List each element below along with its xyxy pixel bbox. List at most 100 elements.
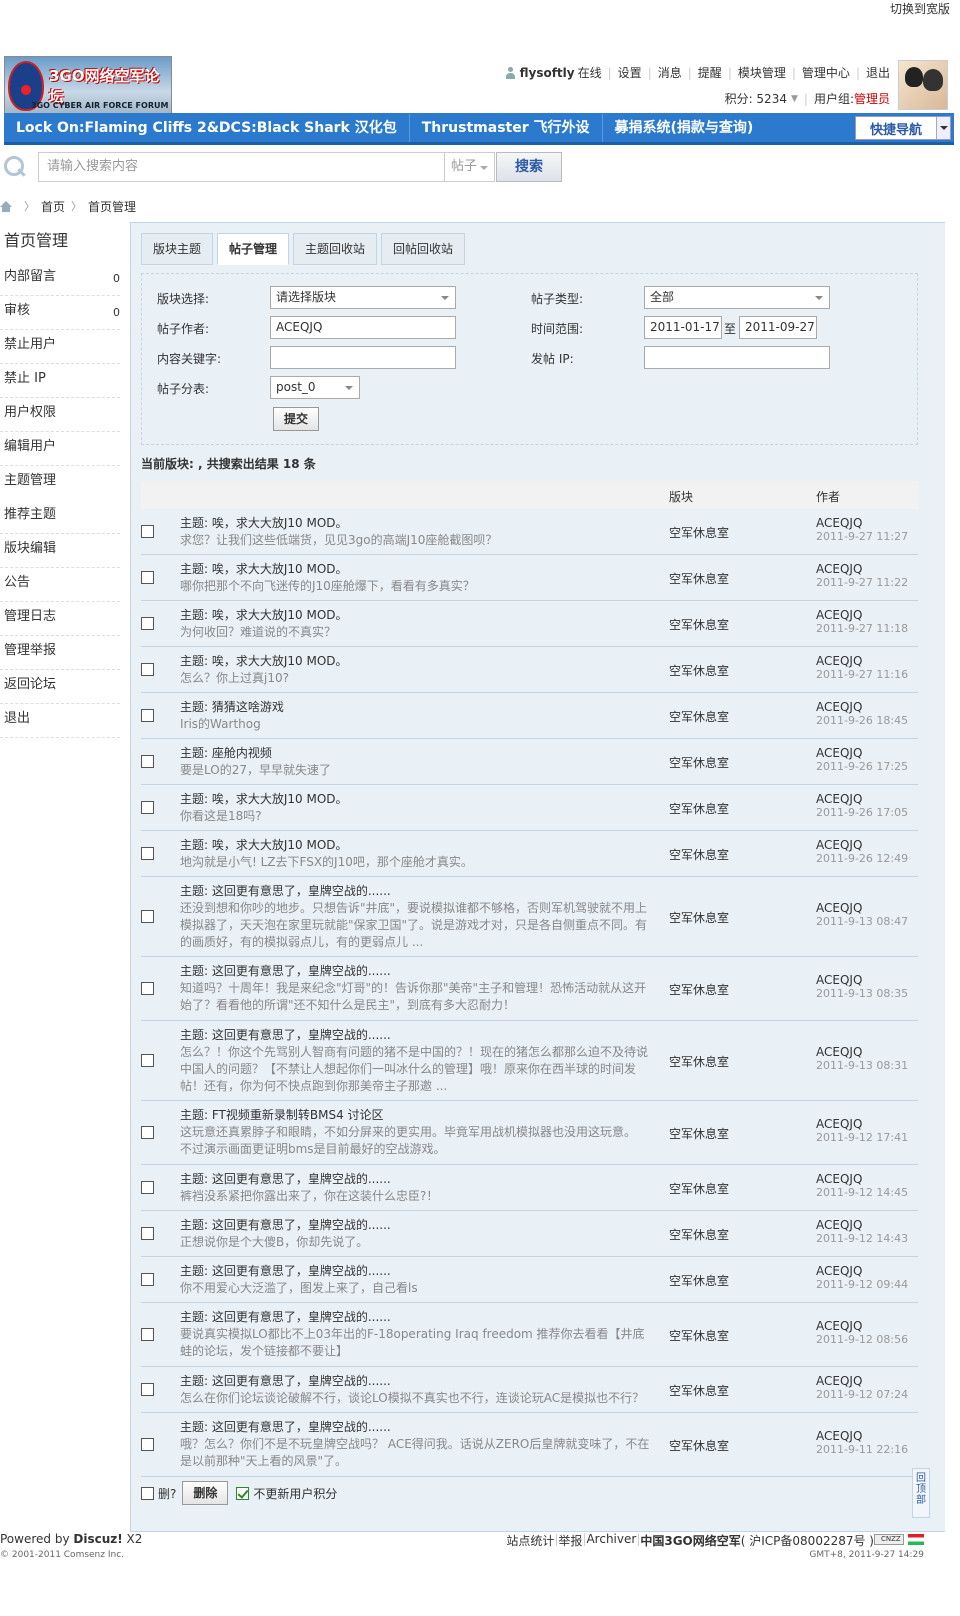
post-subject-link[interactable]: 主题: 这回更有意思了，皇牌空战的...... [180,1218,391,1232]
row-checkbox[interactable] [141,1438,154,1451]
row-checkbox[interactable] [141,801,154,814]
post-forum-link[interactable]: 空军休息室 [669,616,729,633]
quick-nav-button[interactable]: 快捷导航 [855,116,951,140]
post-forum-link[interactable]: 空军休息室 [669,846,729,863]
cnzz-badge[interactable]: CNZZ [874,1534,904,1545]
time-to-input[interactable]: 2011-09-27 [739,316,817,339]
post-author-link[interactable]: ACEQJQ [816,608,862,622]
post-subject-link[interactable]: 主题: 这回更有意思了，皇牌空战的...... [180,1172,391,1186]
post-subject-link[interactable]: 主题: 这回更有意思了，皇牌空战的...... [180,1310,391,1324]
username-link[interactable]: flysoftly [520,66,575,80]
post-subject-link[interactable]: 主题: 这回更有意思了，皇牌空战的...... [180,964,391,978]
post-author-link[interactable]: ACEQJQ [816,1045,862,1059]
row-checkbox[interactable] [141,1273,154,1286]
tab-reply-recycle[interactable]: 回帖回收站 [381,233,466,265]
footer-icp-link[interactable]: ( 沪ICP备08002287号 ) [741,1532,874,1549]
post-subject-link[interactable]: 主题: 这回更有意思了，皇牌空战的...... [180,884,391,898]
nav-item-donation[interactable]: 募捐系统(捐款与查询) [601,113,766,142]
post-forum-link[interactable]: 空军休息室 [669,909,729,926]
post-subject-link[interactable]: 主题: 唉，求大大放J10 MOD。 [180,608,348,622]
post-forum-link[interactable]: 空军休息室 [669,662,729,679]
post-type-select[interactable]: 全部 [644,286,830,309]
post-forum-link[interactable]: 空军休息室 [669,570,729,587]
row-checkbox[interactable] [141,525,154,538]
post-forum-link[interactable]: 空军休息室 [669,1437,729,1454]
post-forum-link[interactable]: 空军休息室 [669,1327,729,1344]
discuz-link[interactable]: Discuz! [73,1532,122,1546]
post-forum-link[interactable]: 空军休息室 [669,1180,729,1197]
sidebar-item[interactable]: 公告 [0,568,120,602]
post-subject-link[interactable]: 主题: 唉，求大大放J10 MOD。 [180,792,348,806]
search-button[interactable]: 搜索 [496,152,562,182]
sidebar-item[interactable]: 管理举报 [0,636,120,670]
post-subject-link[interactable]: 主题: 唉，求大大放J10 MOD。 [180,654,348,668]
author-input[interactable]: ACEQJQ [270,316,456,339]
post-forum-link[interactable]: 空军休息室 [669,1226,729,1243]
tab-forum-threads[interactable]: 版块主题 [141,233,214,265]
post-author-link[interactable]: ACEQJQ [816,1117,862,1131]
select-all-checkbox[interactable] [141,1486,154,1500]
sidebar-item[interactable]: 内部留言 0 [0,262,120,296]
nav-item-thrustmaster[interactable]: Thrustmaster 飞行外设 [408,113,602,142]
row-checkbox[interactable] [141,663,154,676]
sidebar-item[interactable]: 推荐主题 [0,500,120,534]
notices-link[interactable]: 提醒 [698,64,722,81]
post-forum-link[interactable]: 空军休息室 [669,981,729,998]
row-checkbox[interactable] [141,1227,154,1240]
row-checkbox[interactable] [141,1126,154,1139]
post-author-link[interactable]: ACEQJQ [816,562,862,576]
logout-link[interactable]: 退出 [866,64,890,81]
back-to-top-button[interactable]: 回顶部 [912,1468,930,1518]
home-icon[interactable] [0,200,12,212]
footer-report-link[interactable]: 举报 [558,1532,582,1549]
breadcrumb-home[interactable]: 首页 [41,198,65,215]
post-subject-link[interactable]: 主题: 唉，求大大放J10 MOD。 [180,838,348,852]
row-checkbox[interactable] [141,1181,154,1194]
row-checkbox[interactable] [141,571,154,584]
post-author-link[interactable]: ACEQJQ [816,792,862,806]
post-author-link[interactable]: ACEQJQ [816,654,862,668]
post-subject-link[interactable]: 主题: 这回更有意思了，皇牌空战的...... [180,1374,391,1388]
row-checkbox[interactable] [141,982,154,995]
module-manage-link[interactable]: 模块管理 [738,64,786,81]
post-subject-link[interactable]: 主题: 唉，求大大放J10 MOD。 [180,562,348,576]
sidebar-item[interactable]: 管理日志 [0,602,120,636]
messages-link[interactable]: 消息 [658,64,682,81]
time-from-input[interactable]: 2011-01-17 [644,316,722,339]
post-subject-link[interactable]: 主题: 唉，求大大放J10 MOD。 [180,516,348,530]
tab-post-manage[interactable]: 帖子管理 [217,233,290,265]
footer-stats-link[interactable]: 站点统计 [506,1532,554,1549]
post-author-link[interactable]: ACEQJQ [816,1172,862,1186]
credit-link[interactable]: 积分: 5234 [725,90,787,107]
tab-thread-recycle[interactable]: 主题回收站 [293,233,378,265]
post-author-link[interactable]: ACEQJQ [816,1218,862,1232]
settings-link[interactable]: 设置 [618,64,642,81]
post-author-link[interactable]: ACEQJQ [816,838,862,852]
post-author-link[interactable]: ACEQJQ [816,1374,862,1388]
sidebar-item[interactable]: 主题管理 [0,466,130,500]
sidebar-item[interactable]: 审核 0 [0,296,120,330]
post-author-link[interactable]: ACEQJQ [816,901,862,915]
footer-archiver-link[interactable]: Archiver [586,1532,636,1549]
row-checkbox[interactable] [141,755,154,768]
post-forum-link[interactable]: 空军休息室 [669,1053,729,1070]
post-subject-link[interactable]: 主题: 座舱内视频 [180,746,272,760]
sidebar-item[interactable]: 版块编辑 [0,534,120,568]
sidebar-item[interactable]: 返回论坛 [0,670,120,704]
search-input[interactable]: 请输入搜索内容 [38,152,445,182]
sidebar-item[interactable]: 退出 [0,704,120,738]
post-subject-link[interactable]: 主题: 这回更有意思了，皇牌空战的...... [180,1420,391,1434]
post-author-link[interactable]: ACEQJQ [816,746,862,760]
sidebar-item[interactable]: 禁止用户 [0,330,120,364]
post-author-link[interactable]: ACEQJQ [816,516,862,530]
post-forum-link[interactable]: 空军休息室 [669,524,729,541]
post-author-link[interactable]: ACEQJQ [816,1429,862,1443]
row-checkbox[interactable] [141,1054,154,1067]
footer-site-link[interactable]: 中国3GO网络空军 [640,1532,740,1549]
post-author-link[interactable]: ACEQJQ [816,1264,862,1278]
no-update-credit-checkbox[interactable] [236,1486,250,1500]
row-checkbox[interactable] [141,617,154,630]
post-subject-link[interactable]: 主题: 这回更有意思了，皇牌空战的...... [180,1028,391,1042]
admin-center-link[interactable]: 管理中心 [802,64,850,81]
post-forum-link[interactable]: 空军休息室 [669,708,729,725]
